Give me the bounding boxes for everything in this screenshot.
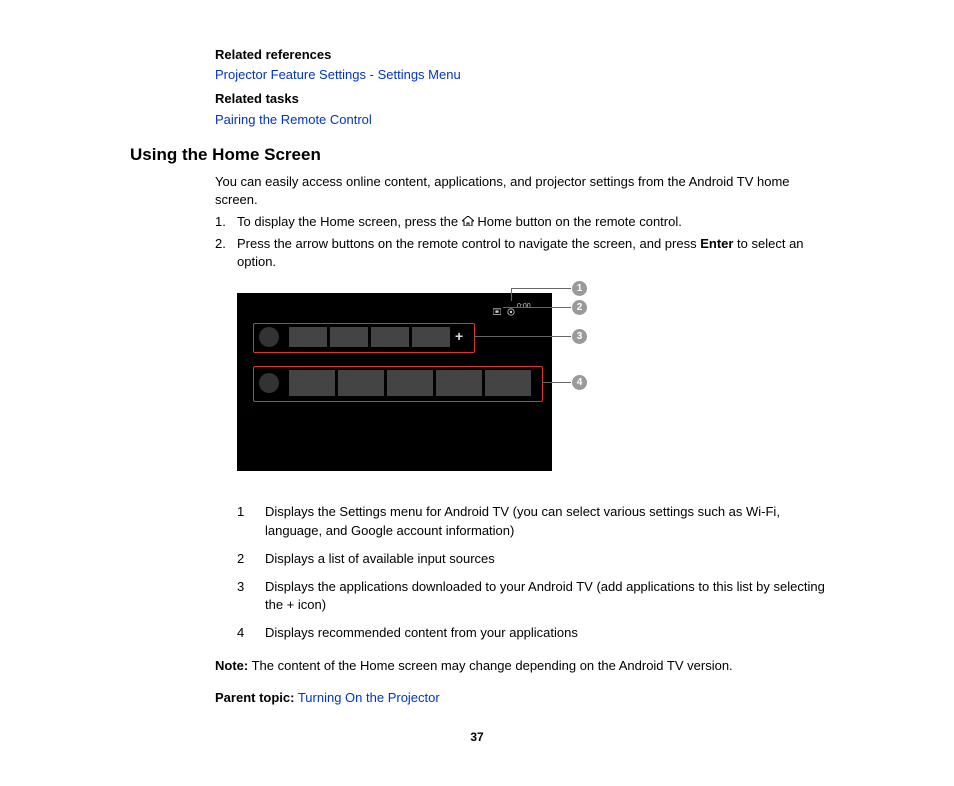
intro-paragraph: You can easily access online content, ap… — [215, 173, 834, 209]
leader-line — [542, 382, 571, 383]
legend-number: 4 — [237, 624, 265, 642]
legend-row: 1 Displays the Settings menu for Android… — [237, 503, 834, 539]
callout-3: 3 — [572, 329, 587, 344]
content-tile — [387, 370, 433, 396]
legend-number: 2 — [237, 550, 265, 568]
input-source-icon — [493, 303, 501, 311]
parent-topic: Parent topic: Turning On the Projector — [215, 689, 834, 707]
step-number: 1. — [215, 213, 237, 231]
link-projector-feature-settings[interactable]: Projector Feature Settings - Settings Me… — [215, 67, 461, 82]
app-tile — [371, 327, 409, 347]
legend-text: Displays the applications downloaded to … — [265, 578, 834, 614]
home-screen-figure: 0:00 + 1 2 3 4 — [237, 283, 617, 483]
link-pairing-remote[interactable]: Pairing the Remote Control — [215, 112, 372, 127]
app-tile — [289, 327, 327, 347]
page-number: 37 — [60, 729, 894, 746]
content-tile — [436, 370, 482, 396]
legend-row: 2 Displays a list of available input sou… — [237, 550, 834, 568]
note-label: Note: — [215, 658, 248, 673]
related-tasks-heading: Related tasks — [215, 90, 834, 108]
legend-text: Displays recommended content from your a… — [265, 624, 834, 642]
callout-2: 2 — [572, 300, 587, 315]
legend-text: Displays the Settings menu for Android T… — [265, 503, 834, 539]
app-tile — [330, 327, 368, 347]
section-heading: Using the Home Screen — [130, 143, 894, 167]
leader-line — [503, 307, 571, 308]
legend-number: 1 — [237, 503, 265, 521]
note-text: The content of the Home screen may chang… — [248, 658, 732, 673]
legend-row: 4 Displays recommended content from your… — [237, 624, 834, 642]
leader-line — [474, 336, 571, 337]
content-tile — [289, 370, 335, 396]
step-1: 1. To display the Home screen, press the… — [215, 213, 834, 231]
callout-4: 4 — [572, 375, 587, 390]
step-2-bold: Enter — [700, 236, 733, 251]
content-tile — [485, 370, 531, 396]
step-1-pre: To display the Home screen, press the — [237, 214, 462, 229]
home-icon — [462, 216, 474, 226]
related-references-heading: Related references — [215, 46, 834, 64]
callout-1: 1 — [572, 281, 587, 296]
note: Note: The content of the Home screen may… — [215, 657, 834, 675]
step-2-pre: Press the arrow buttons on the remote co… — [237, 236, 700, 251]
link-parent-topic[interactable]: Turning On the Projector — [294, 690, 439, 705]
legend-number: 3 — [237, 578, 265, 596]
step-2: 2. Press the arrow buttons on the remote… — [215, 235, 834, 271]
add-app-plus-icon: + — [455, 329, 463, 343]
step-1-post: Home button on the remote control. — [474, 214, 682, 229]
figure-legend: 1 Displays the Settings menu for Android… — [237, 503, 834, 642]
content-tile — [338, 370, 384, 396]
leader-line — [511, 288, 512, 301]
app-tile — [412, 327, 450, 347]
legend-row: 3 Displays the applications downloaded t… — [237, 578, 834, 614]
leader-line — [511, 288, 571, 289]
parent-topic-label: Parent topic: — [215, 690, 294, 705]
step-number: 2. — [215, 235, 237, 253]
legend-text: Displays a list of available input sourc… — [265, 550, 834, 568]
